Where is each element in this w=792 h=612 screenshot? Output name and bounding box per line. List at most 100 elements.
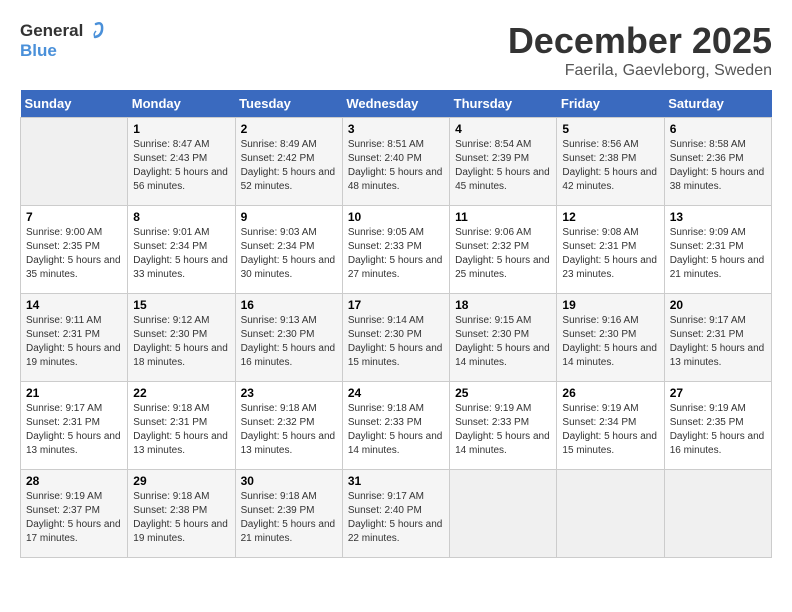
day-cell <box>21 118 128 206</box>
day-number: 20 <box>670 298 766 312</box>
day-number: 30 <box>241 474 337 488</box>
day-cell: 16 Sunrise: 9:13 AMSunset: 2:30 PMDayligh… <box>235 294 342 382</box>
day-cell: 3Sunrise: 8:51 AMSunset: 2:40 PMDaylight… <box>342 118 449 206</box>
day-info: Sunrise: 9:17 AMSunset: 2:40 PMDaylight:… <box>348 490 444 546</box>
week-row-2: 7 Sunrise: 9:00 AMSunset: 2:35 PMDaylight… <box>21 206 772 294</box>
day-info: Sunrise: 9:11 AMSunset: 2:31 PMDaylight:… <box>26 314 122 370</box>
day-info: Sunrise: 8:56 AMSunset: 2:38 PMDaylight:… <box>562 138 658 194</box>
day-info: Sunrise: 9:18 AMSunset: 2:33 PMDaylight:… <box>348 402 444 458</box>
day-number: 7 <box>26 210 122 224</box>
day-number: 13 <box>670 210 766 224</box>
weekday-header-row: SundayMondayTuesdayWednesdayThursdayFrid… <box>21 90 772 118</box>
day-cell: 7 Sunrise: 9:00 AMSunset: 2:35 PMDaylight… <box>21 206 128 294</box>
day-info: Sunrise: 9:16 AMSunset: 2:30 PMDaylight:… <box>562 314 658 370</box>
weekday-header-thursday: Thursday <box>450 90 557 118</box>
week-row-4: 21Sunrise: 9:17 AMSunset: 2:31 PMDayligh… <box>21 382 772 470</box>
day-info: Sunrise: 8:54 AMSunset: 2:39 PMDaylight:… <box>455 138 551 194</box>
day-cell <box>450 470 557 558</box>
day-info: Sunrise: 9:19 AMSunset: 2:35 PMDaylight:… <box>670 402 766 458</box>
weekday-header-wednesday: Wednesday <box>342 90 449 118</box>
day-cell: 12Sunrise: 9:08 AMSunset: 2:31 PMDayligh… <box>557 206 664 294</box>
day-info: Sunrise: 9:01 AMSunset: 2:34 PMDaylight:… <box>133 226 229 282</box>
day-info: Sunrise: 9:17 AMSunset: 2:31 PMDaylight:… <box>670 314 766 370</box>
day-number: 10 <box>348 210 444 224</box>
day-cell: 28Sunrise: 9:19 AMSunset: 2:37 PMDayligh… <box>21 470 128 558</box>
day-info: Sunrise: 8:49 AMSunset: 2:42 PMDaylight:… <box>241 138 337 194</box>
logo-blue-text: Blue <box>20 42 57 61</box>
day-cell: 6 Sunrise: 8:58 AMSunset: 2:36 PMDaylight… <box>664 118 771 206</box>
day-number: 21 <box>26 386 122 400</box>
day-cell: 17Sunrise: 9:14 AMSunset: 2:30 PMDayligh… <box>342 294 449 382</box>
day-info: Sunrise: 9:18 AMSunset: 2:39 PMDaylight:… <box>241 490 337 546</box>
day-number: 8 <box>133 210 229 224</box>
day-cell: 25Sunrise: 9:19 AMSunset: 2:33 PMDayligh… <box>450 382 557 470</box>
day-number: 4 <box>455 122 551 136</box>
day-cell: 26 Sunrise: 9:19 AMSunset: 2:34 PMDayligh… <box>557 382 664 470</box>
day-number: 24 <box>348 386 444 400</box>
weekday-header-saturday: Saturday <box>664 90 771 118</box>
day-number: 12 <box>562 210 658 224</box>
day-number: 2 <box>241 122 337 136</box>
day-number: 18 <box>455 298 551 312</box>
day-number: 14 <box>26 298 122 312</box>
day-cell: 10 Sunrise: 9:05 AMSunset: 2:33 PMDayligh… <box>342 206 449 294</box>
day-info: Sunrise: 9:13 AMSunset: 2:30 PMDaylight:… <box>241 314 337 370</box>
month-title: December 2025 <box>508 20 772 62</box>
day-info: Sunrise: 8:47 AMSunset: 2:43 PMDaylight:… <box>133 138 229 194</box>
day-number: 16 <box>241 298 337 312</box>
day-cell: 15 Sunrise: 9:12 AMSunset: 2:30 PMDayligh… <box>128 294 235 382</box>
day-cell <box>557 470 664 558</box>
day-info: Sunrise: 9:12 AMSunset: 2:30 PMDaylight:… <box>133 314 229 370</box>
day-cell: 8 Sunrise: 9:01 AMSunset: 2:34 PMDaylight… <box>128 206 235 294</box>
day-info: Sunrise: 8:51 AMSunset: 2:40 PMDaylight:… <box>348 138 444 194</box>
day-cell: 5 Sunrise: 8:56 AMSunset: 2:38 PMDaylight… <box>557 118 664 206</box>
logo: General Blue <box>20 20 107 61</box>
weekday-header-friday: Friday <box>557 90 664 118</box>
day-number: 17 <box>348 298 444 312</box>
day-cell: 23 Sunrise: 9:18 AMSunset: 2:32 PMDayligh… <box>235 382 342 470</box>
day-info: Sunrise: 9:18 AMSunset: 2:32 PMDaylight:… <box>241 402 337 458</box>
day-number: 28 <box>26 474 122 488</box>
day-number: 31 <box>348 474 444 488</box>
day-info: Sunrise: 8:58 AMSunset: 2:36 PMDaylight:… <box>670 138 766 194</box>
location-title: Faerila, Gaevleborg, Sweden <box>508 62 772 80</box>
title-area: December 2025 Faerila, Gaevleborg, Swede… <box>508 20 772 80</box>
week-row-1: 1 Sunrise: 8:47 AMSunset: 2:43 PMDaylight… <box>21 118 772 206</box>
day-cell: 24 Sunrise: 9:18 AMSunset: 2:33 PMDayligh… <box>342 382 449 470</box>
day-number: 29 <box>133 474 229 488</box>
calendar-table: SundayMondayTuesdayWednesdayThursdayFrid… <box>20 90 772 558</box>
day-number: 23 <box>241 386 337 400</box>
day-cell: 18 Sunrise: 9:15 AMSunset: 2:30 PMDayligh… <box>450 294 557 382</box>
day-info: Sunrise: 9:19 AMSunset: 2:34 PMDaylight:… <box>562 402 658 458</box>
logo-graphic: General Blue <box>20 20 107 61</box>
day-number: 22 <box>133 386 229 400</box>
day-info: Sunrise: 9:09 AMSunset: 2:31 PMDaylight:… <box>670 226 766 282</box>
weekday-header-tuesday: Tuesday <box>235 90 342 118</box>
day-cell <box>664 470 771 558</box>
day-cell: 14 Sunrise: 9:11 AMSunset: 2:31 PMDayligh… <box>21 294 128 382</box>
day-cell: 19 Sunrise: 9:16 AMSunset: 2:30 PMDayligh… <box>557 294 664 382</box>
day-number: 25 <box>455 386 551 400</box>
day-cell: 11Sunrise: 9:06 AMSunset: 2:32 PMDayligh… <box>450 206 557 294</box>
day-number: 1 <box>133 122 229 136</box>
day-number: 5 <box>562 122 658 136</box>
day-cell: 31 Sunrise: 9:17 AMSunset: 2:40 PMDayligh… <box>342 470 449 558</box>
day-number: 27 <box>670 386 766 400</box>
page-header: General Blue December 2025 Faerila, Gaev… <box>20 20 772 80</box>
day-number: 19 <box>562 298 658 312</box>
day-cell: 21Sunrise: 9:17 AMSunset: 2:31 PMDayligh… <box>21 382 128 470</box>
day-info: Sunrise: 9:15 AMSunset: 2:30 PMDaylight:… <box>455 314 551 370</box>
day-info: Sunrise: 9:00 AMSunset: 2:35 PMDaylight:… <box>26 226 122 282</box>
day-info: Sunrise: 9:18 AMSunset: 2:31 PMDaylight:… <box>133 402 229 458</box>
day-number: 11 <box>455 210 551 224</box>
day-info: Sunrise: 9:03 AMSunset: 2:34 PMDaylight:… <box>241 226 337 282</box>
day-cell: 29 Sunrise: 9:18 AMSunset: 2:38 PMDayligh… <box>128 470 235 558</box>
day-info: Sunrise: 9:18 AMSunset: 2:38 PMDaylight:… <box>133 490 229 546</box>
day-number: 26 <box>562 386 658 400</box>
day-number: 15 <box>133 298 229 312</box>
day-cell: 20 Sunrise: 9:17 AMSunset: 2:31 PMDayligh… <box>664 294 771 382</box>
day-number: 6 <box>670 122 766 136</box>
day-cell: 13 Sunrise: 9:09 AMSunset: 2:31 PMDayligh… <box>664 206 771 294</box>
day-info: Sunrise: 9:05 AMSunset: 2:33 PMDaylight:… <box>348 226 444 282</box>
day-cell: 4 Sunrise: 8:54 AMSunset: 2:39 PMDaylight… <box>450 118 557 206</box>
